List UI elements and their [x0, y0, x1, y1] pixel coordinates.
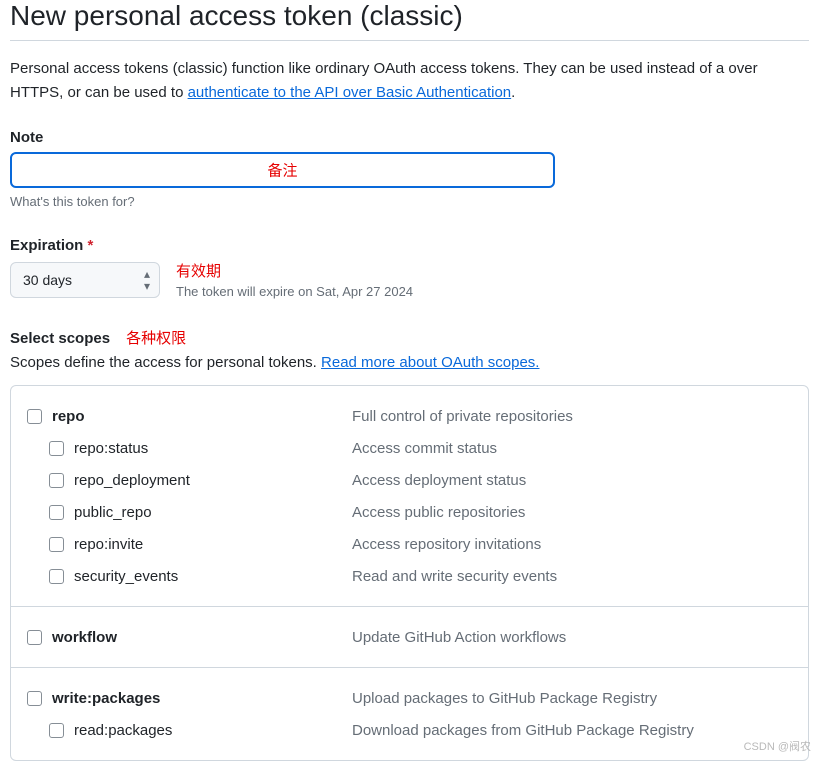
scope-checkbox[interactable]: [27, 691, 42, 706]
expiration-selected-value: 30 days: [23, 272, 72, 288]
scope-description: Update GitHub Action workflows: [352, 629, 566, 646]
page-title: New personal access token (classic): [10, 0, 809, 41]
expiration-label: Expiration *: [10, 237, 809, 254]
scopes-box: repo Full control of private repositories…: [10, 385, 809, 761]
scope-description: Download packages from GitHub Package Re…: [352, 722, 694, 739]
scope-name: repo_deployment: [74, 472, 190, 489]
scope-checkbox[interactable]: [27, 409, 42, 424]
scope-checkbox[interactable]: [49, 723, 64, 738]
scope-row-parent: workflow Update GitHub Action workflows: [27, 621, 792, 653]
scope-name: public_repo: [74, 504, 152, 521]
scope-name: security_events: [74, 568, 178, 585]
scope-checkbox[interactable]: [27, 630, 42, 645]
note-help-text: What's this token for?: [10, 194, 809, 209]
scope-description: Access deployment status: [352, 472, 526, 489]
scope-name: read:packages: [74, 722, 172, 739]
note-input[interactable]: [10, 152, 555, 188]
scope-name: repo:invite: [74, 536, 143, 553]
scope-checkbox[interactable]: [49, 441, 64, 456]
expiration-select[interactable]: 30 days: [10, 262, 160, 298]
scope-checkbox[interactable]: [49, 537, 64, 552]
note-label: Note: [10, 129, 809, 146]
scope-name: write:packages: [52, 690, 160, 707]
scope-row-child: read:packages Download packages from GitH…: [27, 714, 792, 746]
intro-part2: .: [511, 84, 515, 101]
scope-row-parent: repo Full control of private repositories: [27, 400, 792, 432]
scope-group: repo Full control of private repositories…: [11, 386, 808, 607]
scope-row-child: public_repo Access public repositories: [27, 496, 792, 528]
scope-row-child: repo_deployment Access deployment status: [27, 464, 792, 496]
scope-row-child: security_events Read and write security e…: [27, 560, 792, 592]
scope-description: Read and write security events: [352, 568, 557, 585]
scope-description: Full control of private repositories: [352, 408, 573, 425]
scope-row-child: repo:invite Access repository invitations: [27, 528, 792, 560]
auth-api-link[interactable]: authenticate to the API over Basic Authe…: [188, 84, 512, 101]
scope-name: repo: [52, 408, 85, 425]
select-scopes-title: Select scopes: [10, 330, 110, 347]
expiration-description: The token will expire on Sat, Apr 27 202…: [176, 284, 413, 299]
scopes-annotation: 各种权限: [126, 327, 186, 348]
scope-group: workflow Update GitHub Action workflows: [11, 607, 808, 668]
scope-row-child: repo:status Access commit status: [27, 432, 792, 464]
scope-description: Access repository invitations: [352, 536, 541, 553]
oauth-scopes-link[interactable]: Read more about OAuth scopes.: [321, 354, 539, 371]
scope-description: Upload packages to GitHub Package Regist…: [352, 690, 657, 707]
scope-checkbox[interactable]: [49, 473, 64, 488]
scope-description: Access public repositories: [352, 504, 525, 521]
scope-description: Access commit status: [352, 440, 497, 457]
expiration-annotation: 有效期: [176, 260, 413, 281]
scope-checkbox[interactable]: [49, 569, 64, 584]
intro-text: Personal access tokens (classic) functio…: [10, 57, 809, 105]
scope-row-parent: write:packages Upload packages to GitHub …: [27, 682, 792, 714]
scope-name: repo:status: [74, 440, 148, 457]
scope-group: write:packages Upload packages to GitHub …: [11, 668, 808, 760]
scopes-intro: Scopes define the access for personal to…: [10, 354, 809, 371]
scope-name: workflow: [52, 629, 117, 646]
scope-checkbox[interactable]: [49, 505, 64, 520]
required-star: *: [88, 237, 94, 254]
